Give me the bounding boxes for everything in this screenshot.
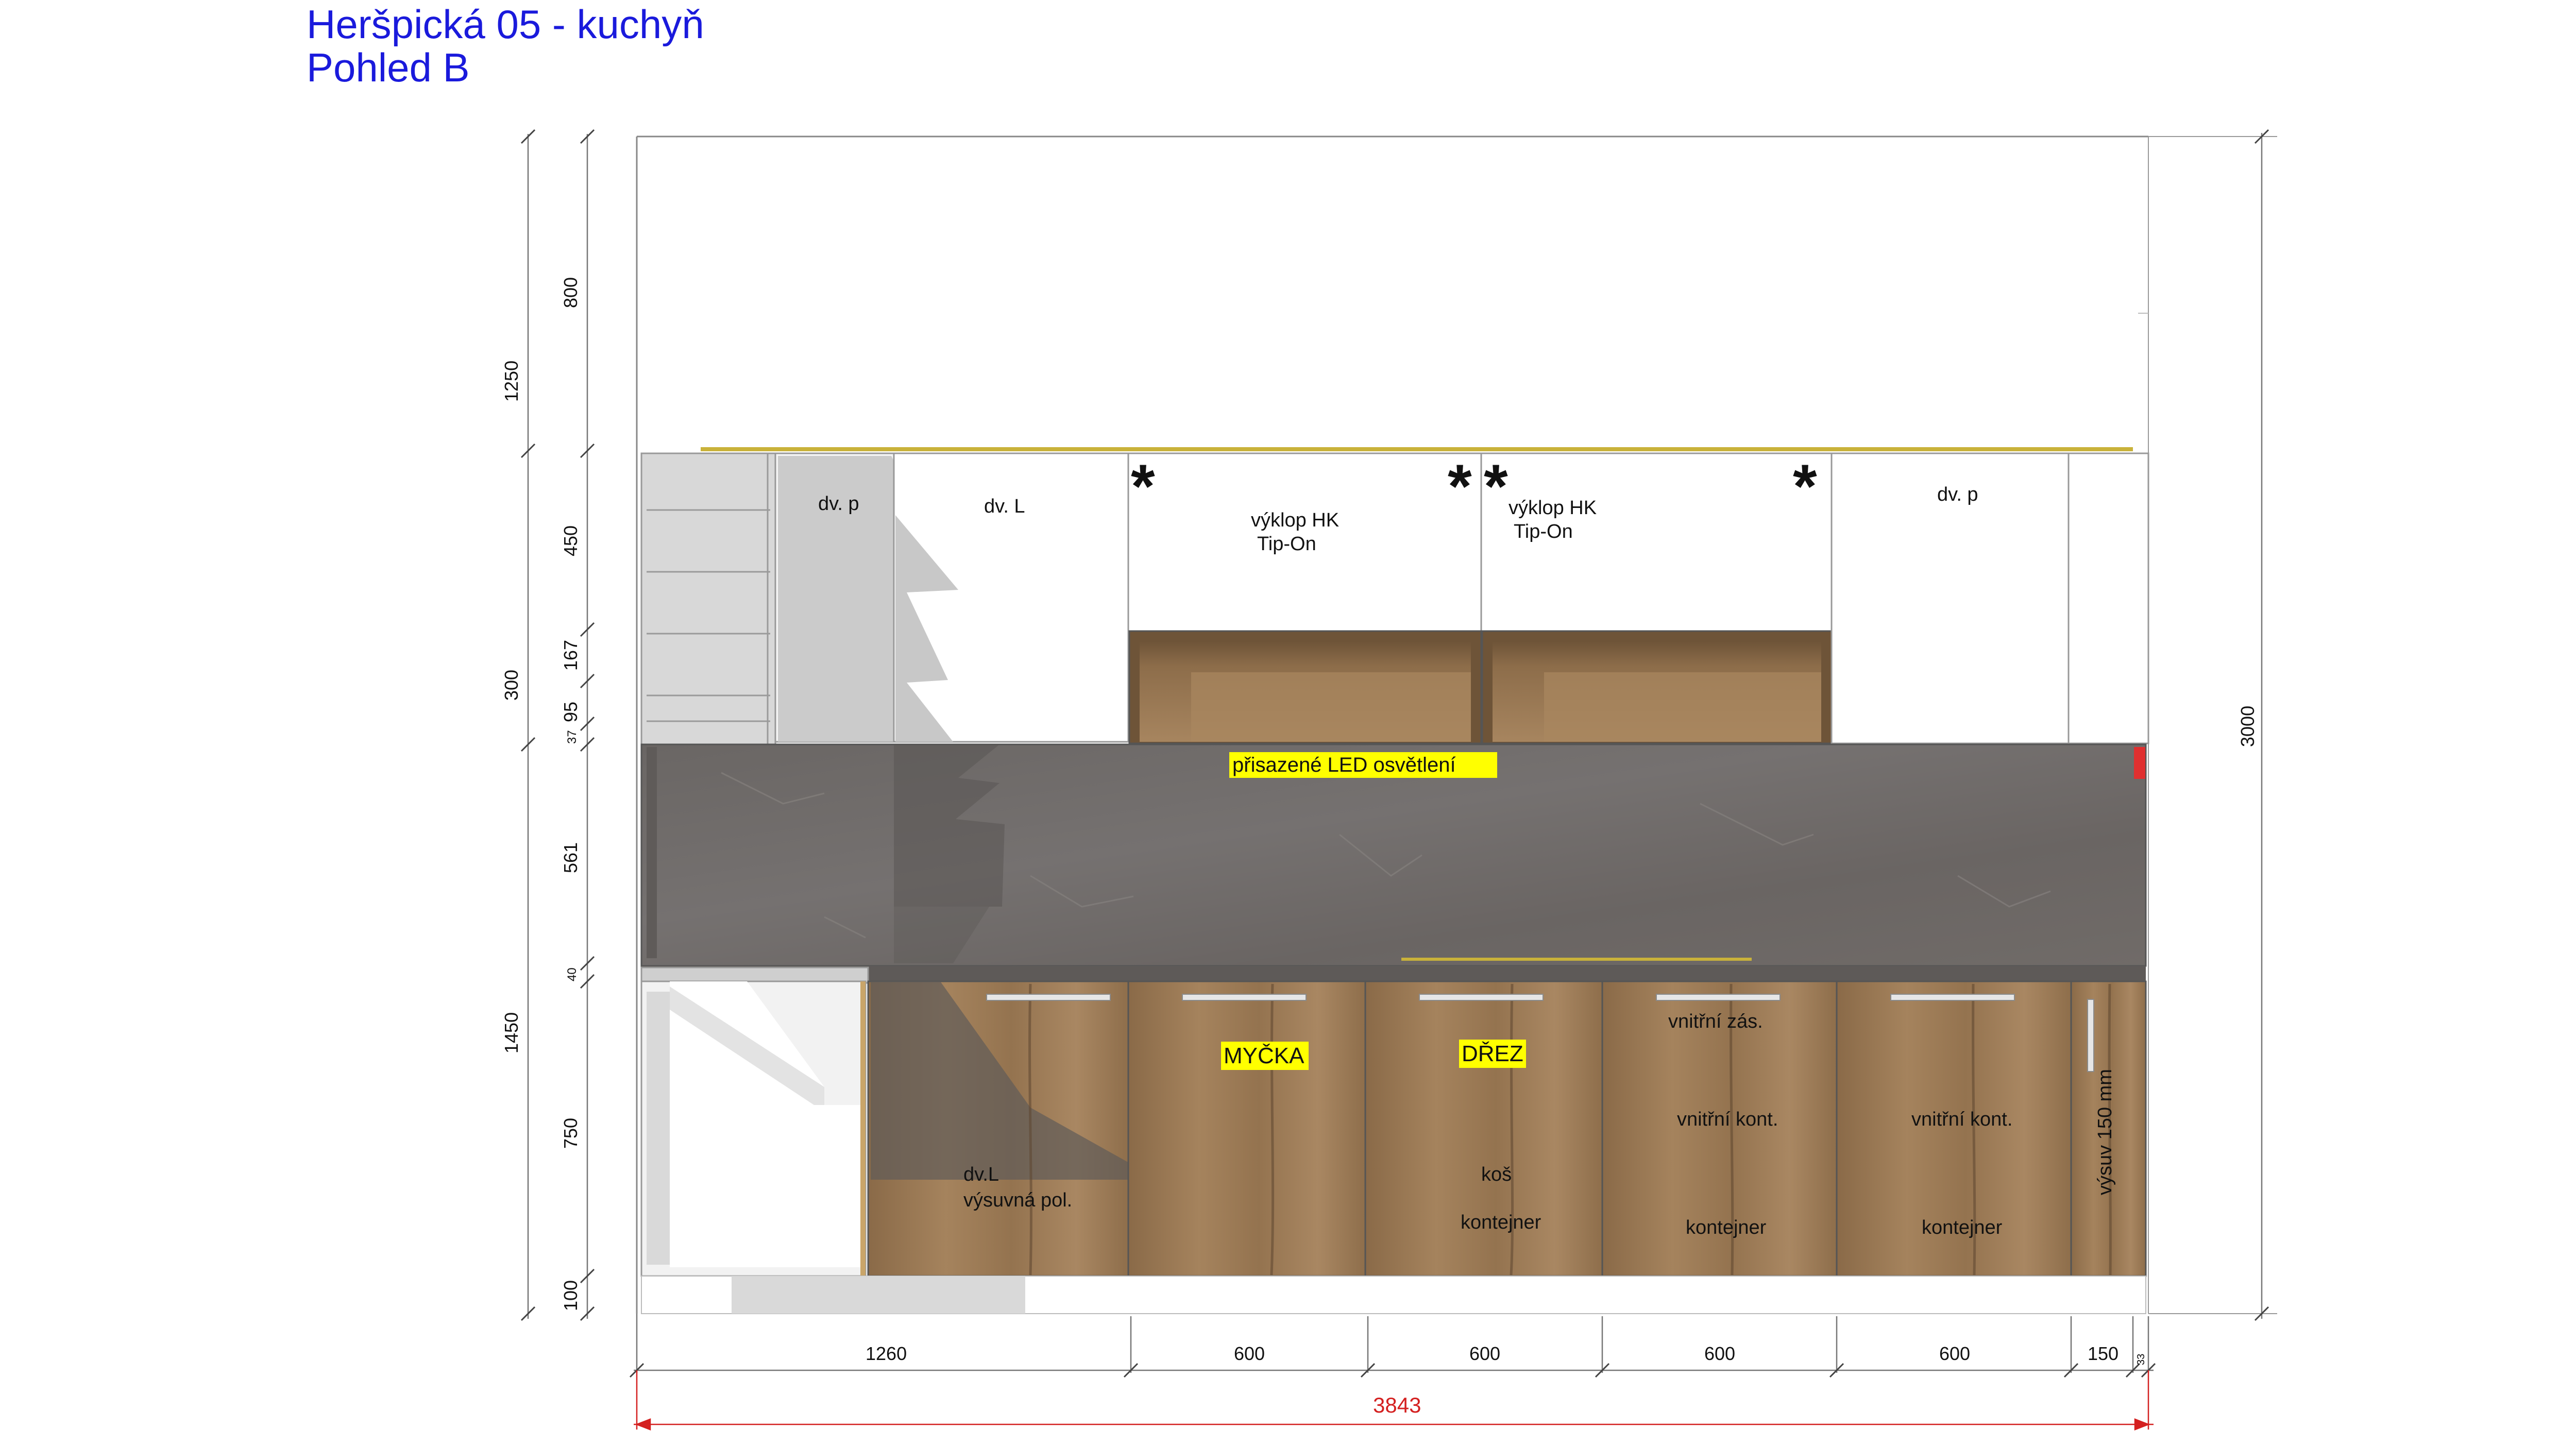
dim-37: 37 xyxy=(565,730,579,744)
open-shelf-unit xyxy=(640,452,776,745)
dim-600: 600 xyxy=(1234,1343,1265,1364)
label-vyklop-1: výklop HK xyxy=(1251,509,1339,531)
dim-800: 800 xyxy=(560,277,581,308)
asterisk-marker: * xyxy=(1793,452,1817,521)
drawing-canvas: Heršpická 05 - kuchyň Pohled B dv. p dv.… xyxy=(0,0,2576,1445)
door-handle xyxy=(986,994,1111,1001)
label-vnitrni-kont-1: vnitřní kont. xyxy=(1677,1109,1778,1130)
label-kontejner-sink: kontejner xyxy=(1461,1212,1541,1233)
svg-text:MYČKA: MYČKA xyxy=(1224,1043,1304,1068)
dim-150: 150 xyxy=(2088,1343,2119,1364)
dim-3000: 3000 xyxy=(2237,706,2258,747)
label-dv-p-left: dv. p xyxy=(818,493,859,515)
label-vnitrni-zas: vnitřní zás. xyxy=(1668,1011,1763,1032)
dim-600: 600 xyxy=(1704,1343,1735,1364)
door-handle xyxy=(1890,994,2015,1001)
label-vnitrni-kont-2: vnitřní kont. xyxy=(1911,1109,2012,1130)
label-kontejner-2: kontejner xyxy=(1922,1217,2003,1238)
upper-filler xyxy=(2067,452,2149,744)
label-vyklop-2: výklop HK xyxy=(1509,497,1597,519)
label-dv-p-right: dv. p xyxy=(1937,484,1978,505)
dim-40: 40 xyxy=(565,967,579,981)
asterisk-marker: * xyxy=(1448,452,1472,521)
dim-100: 100 xyxy=(560,1280,581,1311)
dim-300: 300 xyxy=(501,670,522,701)
socket-marker xyxy=(2134,747,2145,779)
upper-cabinets xyxy=(640,447,2149,745)
base-cabinets xyxy=(640,966,2147,1314)
door-handle xyxy=(1656,994,1781,1001)
backsplash xyxy=(640,743,2147,981)
svg-text:přisazené LED osvětlení: přisazené LED osvětlení xyxy=(1232,754,1456,776)
label-vysuv: výsuv 150 mm xyxy=(2094,1069,2116,1195)
dim-33: 33 xyxy=(2136,1354,2147,1365)
label-kontejner-1: kontejner xyxy=(1686,1217,1767,1238)
dim-561: 561 xyxy=(560,842,581,873)
dim-1260: 1260 xyxy=(866,1343,907,1364)
kitchen-elevation: dv. p dv. L výklop HK Tip-On výklop HK T… xyxy=(501,129,2277,1431)
door-handle xyxy=(1182,994,1307,1001)
door-handle xyxy=(2087,999,2094,1072)
dim-600: 600 xyxy=(1469,1343,1500,1364)
dim-600: 600 xyxy=(1939,1343,1970,1364)
dim-450: 450 xyxy=(560,525,581,556)
led-label: přisazené LED osvětlení xyxy=(1229,752,1497,778)
asterisk-marker: * xyxy=(1131,452,1155,521)
label-mycka: MYČKA xyxy=(1221,1042,1309,1070)
label-kos: koš xyxy=(1481,1164,1512,1185)
label-vysuvna: výsuvná pol. xyxy=(963,1189,1072,1211)
label-tipon-2: Tip-On xyxy=(1514,521,1573,542)
dimension-left-outer xyxy=(520,129,536,1321)
label-dv-L: dv. L xyxy=(984,496,1025,517)
door-handle xyxy=(1419,994,1544,1001)
door-dishwasher xyxy=(1127,980,1366,1277)
dimension-left-inner xyxy=(580,129,595,1321)
dim-1450: 1450 xyxy=(501,1012,522,1053)
dim-167: 167 xyxy=(560,640,581,671)
dim-1250: 1250 xyxy=(501,361,522,402)
label-drez: DŘEZ xyxy=(1459,1040,1526,1068)
dim-750: 750 xyxy=(560,1118,581,1149)
label-tipon-1: Tip-On xyxy=(1257,533,1316,555)
svg-text:DŘEZ: DŘEZ xyxy=(1462,1041,1523,1066)
dim-95: 95 xyxy=(560,702,581,722)
label-dvL: dv.L xyxy=(963,1164,999,1185)
asterisk-marker: * xyxy=(1484,452,1508,521)
dim-3843: 3843 xyxy=(1373,1393,1421,1417)
dimension-bottom xyxy=(629,1314,2156,1378)
